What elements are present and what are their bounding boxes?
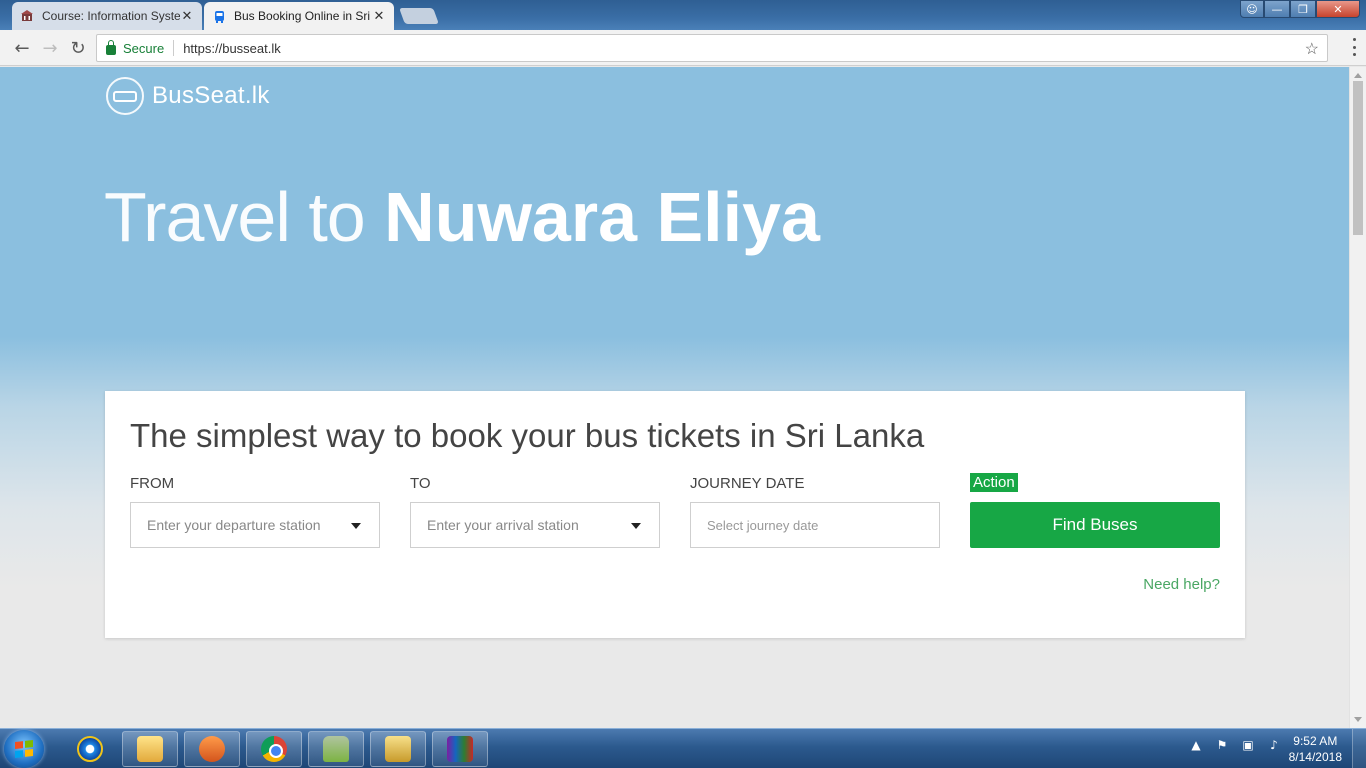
browser-toolbar: ← → ↻ Secure https://busseat.lk ☆ — [0, 30, 1366, 66]
departure-placeholder: Enter your departure station — [147, 517, 321, 533]
to-label: TO — [410, 475, 431, 492]
need-help-link[interactable]: Need help? — [1143, 576, 1220, 593]
lock-icon — [106, 39, 116, 55]
volume-icon[interactable]: ♪ — [1266, 737, 1282, 753]
tab-title: Bus Booking Online in Sri — [234, 9, 371, 23]
security-label: Secure — [123, 40, 165, 56]
close-tab-icon[interactable]: ✕ — [180, 9, 194, 24]
media-player-icon[interactable] — [184, 731, 240, 767]
internet-explorer-icon[interactable] — [62, 731, 118, 767]
new-tab-button[interactable] — [399, 8, 439, 24]
chrome-icon[interactable] — [246, 731, 302, 767]
windows-logo-icon — [15, 740, 33, 758]
clock-date: 8/14/2018 — [1288, 750, 1342, 764]
winrar-icon[interactable] — [432, 731, 488, 767]
bus-logo-icon — [106, 77, 144, 115]
tab-busseat[interactable]: Bus Booking Online in Sri ✕ — [204, 2, 394, 30]
hero-prefix: Travel to — [104, 178, 366, 256]
reload-icon[interactable]: ↻ — [66, 36, 90, 60]
chevron-down-icon — [631, 523, 641, 529]
from-label: FROM — [130, 475, 175, 492]
start-button[interactable] — [4, 730, 44, 768]
arrival-placeholder: Enter your arrival station — [427, 517, 579, 533]
close-tab-icon[interactable]: ✕ — [372, 9, 386, 24]
user-profile-icon[interactable]: ☺ — [1240, 0, 1264, 18]
hero-heading: Travel to Nuwara Eliya — [104, 177, 820, 257]
journey-date-label: JOURNEY DATE — [690, 475, 805, 492]
scroll-thumb[interactable] — [1353, 81, 1363, 235]
system-tray: ▲ ⚑ ▣ ♪ — [1188, 737, 1282, 753]
card-heading: The simplest way to book your bus ticket… — [130, 417, 925, 454]
url-text[interactable]: https://busseat.lk — [183, 41, 281, 56]
minimize-button[interactable]: — — [1264, 0, 1290, 18]
android-sdk-icon[interactable] — [308, 731, 364, 767]
tools-icon[interactable] — [370, 731, 426, 767]
address-bar[interactable]: Secure https://busseat.lk ☆ — [96, 34, 1328, 62]
site-logo[interactable]: BusSeat.lk — [106, 77, 270, 115]
browser-titlebar: Course: Information Syste ✕ Bus Booking … — [0, 0, 1366, 30]
windows-taskbar: ▲ ⚑ ▣ ♪ 9:52 AM 8/14/2018 — [0, 728, 1366, 768]
forward-arrow-icon[interactable]: → — [38, 36, 62, 60]
show-desktop-button[interactable] — [1352, 729, 1366, 768]
chevron-down-icon — [351, 523, 361, 529]
page-viewport: BusSeat.lk Travel to Nuwara Eliya The si… — [0, 67, 1349, 728]
system-clock[interactable]: 9:52 AM 8/14/2018 — [1289, 733, 1342, 765]
scroll-up-icon[interactable] — [1354, 73, 1362, 78]
maximize-button[interactable]: ❐ — [1290, 0, 1316, 18]
hero-destination: Nuwara Eliya — [384, 178, 820, 256]
network-icon[interactable]: ▣ — [1240, 737, 1256, 753]
window-controls: ☺ — ❐ ✕ — [1240, 0, 1360, 18]
show-hidden-icons-icon[interactable]: ▲ — [1188, 737, 1204, 753]
back-arrow-icon[interactable]: ← — [10, 36, 34, 60]
university-icon — [20, 9, 34, 23]
logo-text: BusSeat.lk — [152, 82, 270, 109]
action-label: Action — [970, 473, 1018, 492]
action-center-flag-icon[interactable]: ⚑ — [1214, 737, 1230, 753]
chrome-menu-icon[interactable] — [1352, 38, 1356, 56]
file-explorer-icon[interactable] — [122, 731, 178, 767]
divider — [173, 40, 175, 56]
clock-time: 9:52 AM — [1293, 734, 1338, 748]
tab-title: Course: Information Syste — [42, 9, 180, 23]
search-card: The simplest way to book your bus ticket… — [105, 391, 1245, 638]
departure-station-select[interactable]: Enter your departure station — [130, 502, 380, 548]
tab-course[interactable]: Course: Information Syste ✕ — [12, 2, 202, 30]
bus-icon — [212, 9, 226, 23]
find-buses-button[interactable]: Find Buses — [970, 502, 1220, 548]
bookmark-star-icon[interactable]: ☆ — [1305, 39, 1319, 59]
close-window-button[interactable]: ✕ — [1316, 0, 1360, 18]
scroll-down-icon[interactable] — [1354, 717, 1362, 722]
vertical-scrollbar[interactable] — [1349, 67, 1366, 728]
journey-date-input[interactable]: Select journey date — [690, 502, 940, 548]
date-placeholder: Select journey date — [707, 517, 819, 533]
arrival-station-select[interactable]: Enter your arrival station — [410, 502, 660, 548]
